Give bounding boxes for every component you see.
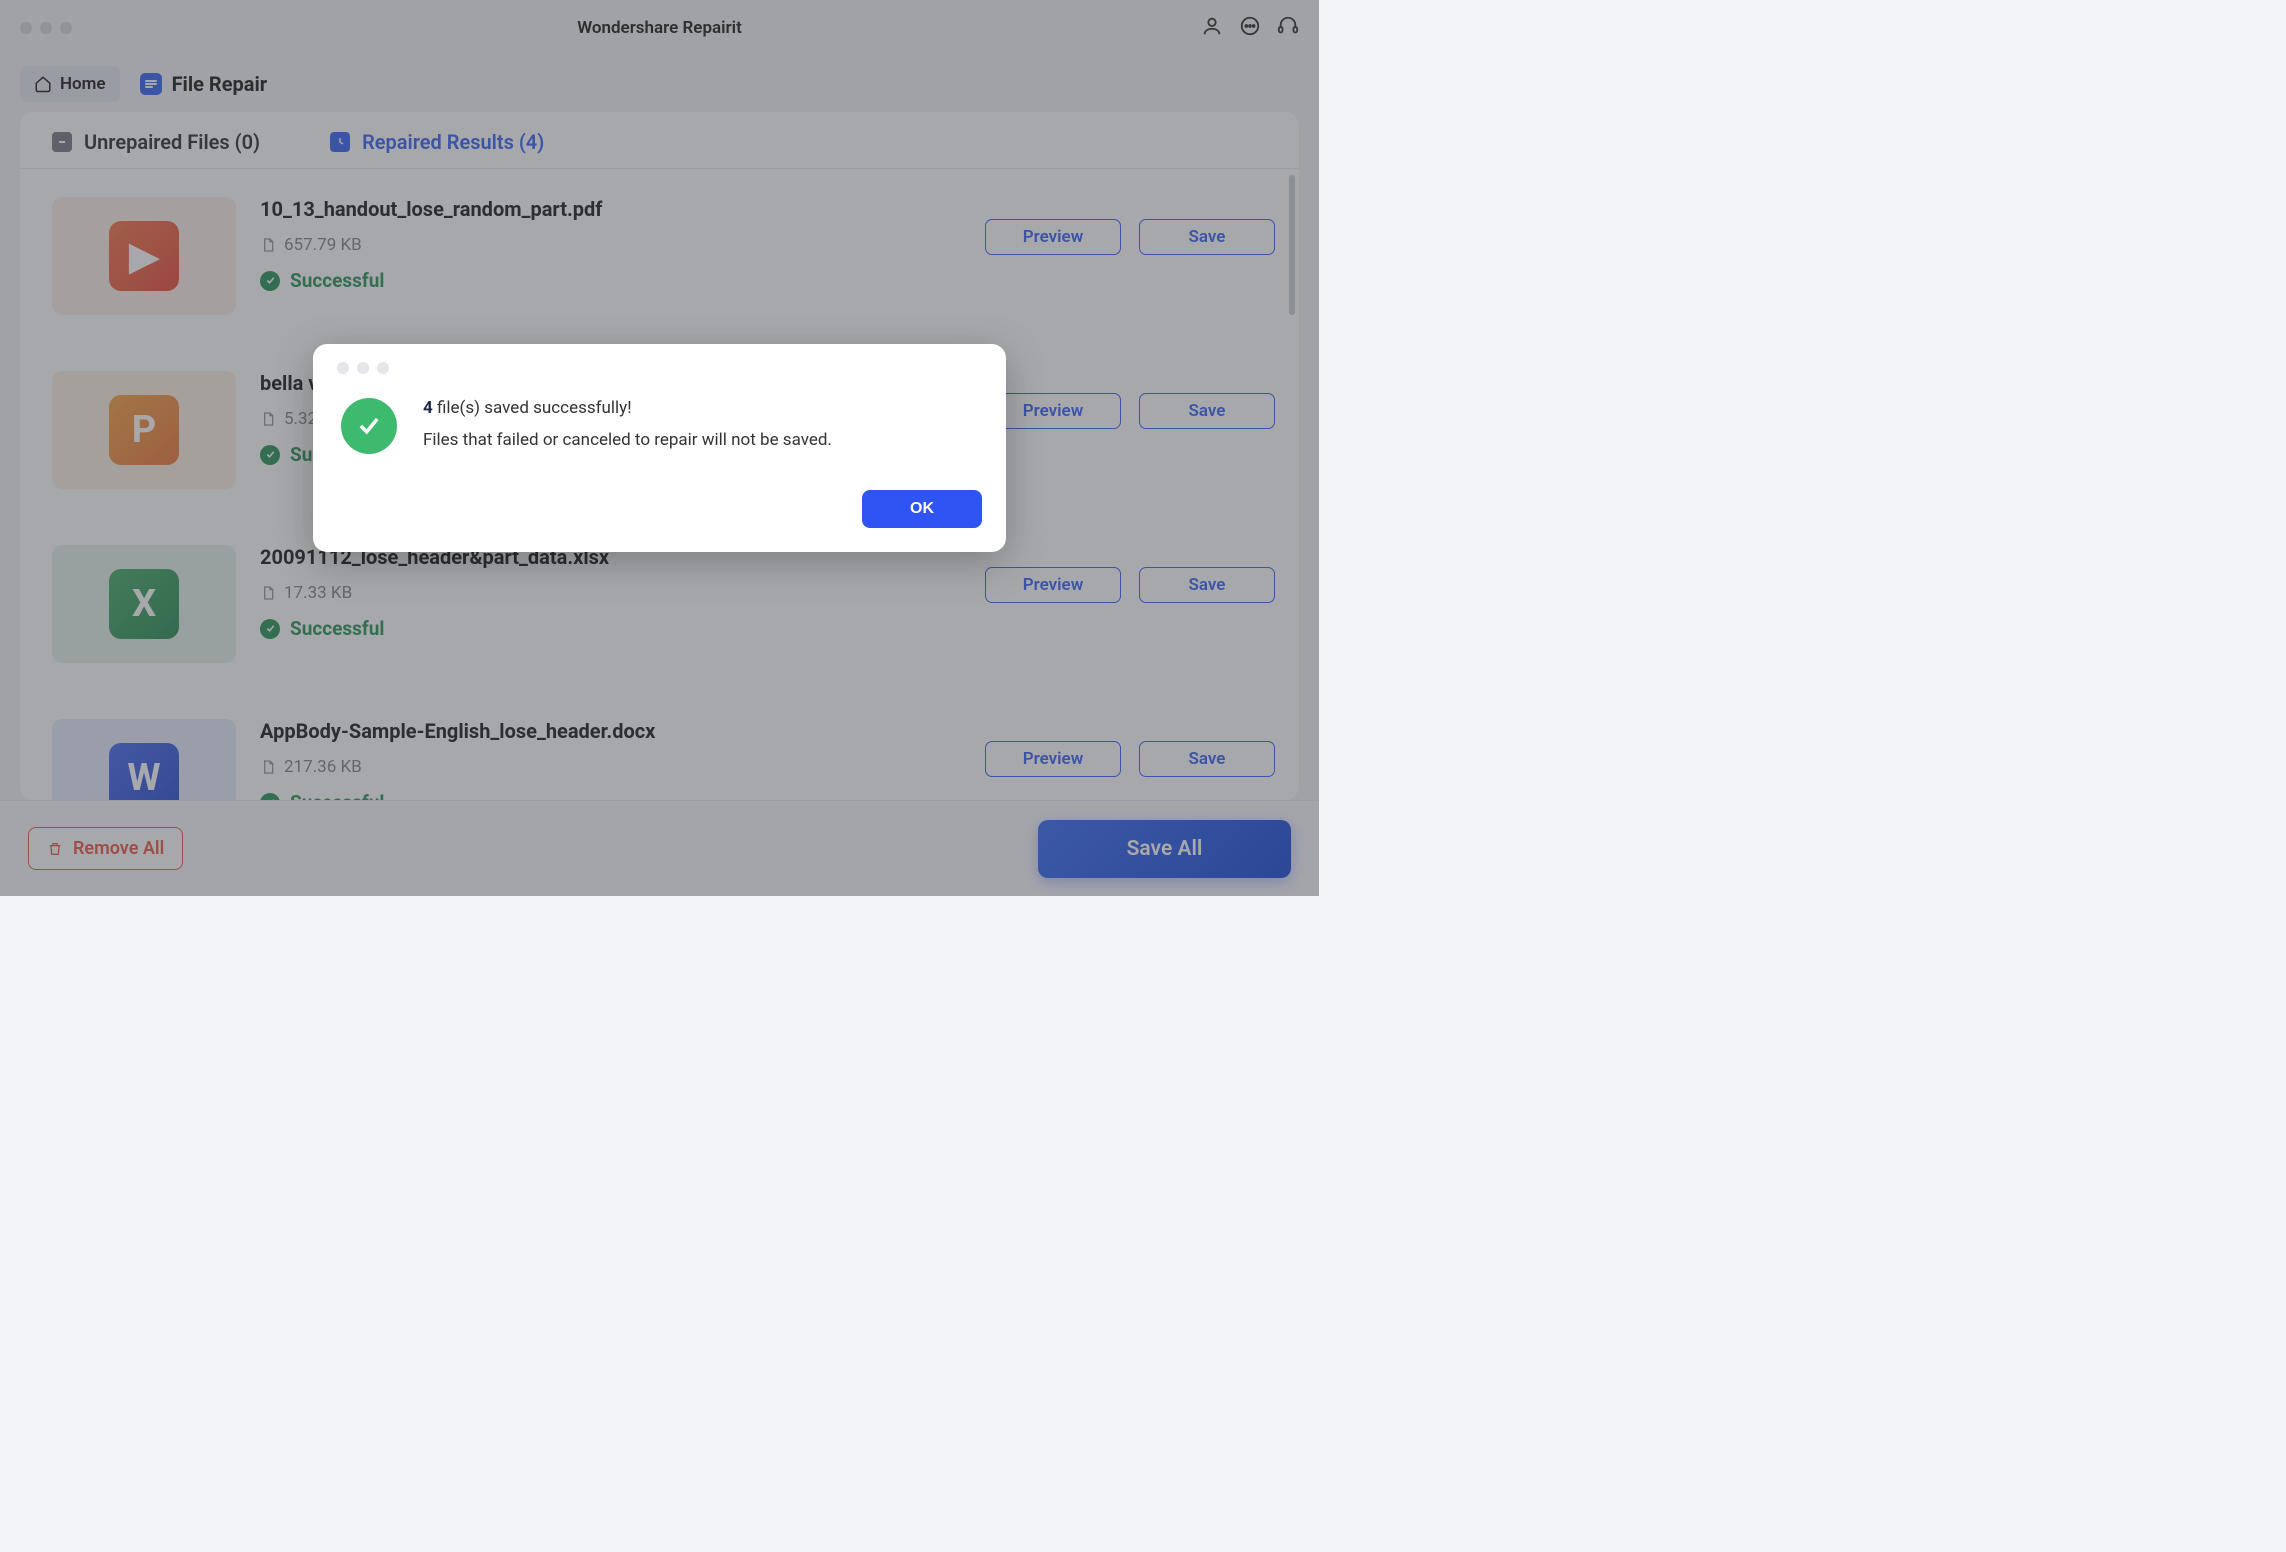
dialog-count: 4 bbox=[423, 398, 433, 418]
dialog-maximize-icon[interactable] bbox=[377, 362, 389, 374]
dialog-msg-suffix: file(s) saved successfully! bbox=[433, 398, 632, 418]
modal-overlay: 4 file(s) saved successfully! Files that… bbox=[0, 0, 1319, 896]
dialog-close-icon[interactable] bbox=[337, 362, 349, 374]
ok-button[interactable]: OK bbox=[862, 490, 982, 528]
success-check-icon bbox=[341, 398, 397, 454]
dialog-note: Files that failed or canceled to repair … bbox=[423, 430, 832, 450]
dialog-message: 4 file(s) saved successfully! bbox=[423, 398, 832, 418]
dialog-window-controls bbox=[337, 362, 982, 374]
ok-label: OK bbox=[910, 500, 934, 517]
save-success-dialog: 4 file(s) saved successfully! Files that… bbox=[313, 344, 1006, 552]
dialog-minimize-icon[interactable] bbox=[357, 362, 369, 374]
